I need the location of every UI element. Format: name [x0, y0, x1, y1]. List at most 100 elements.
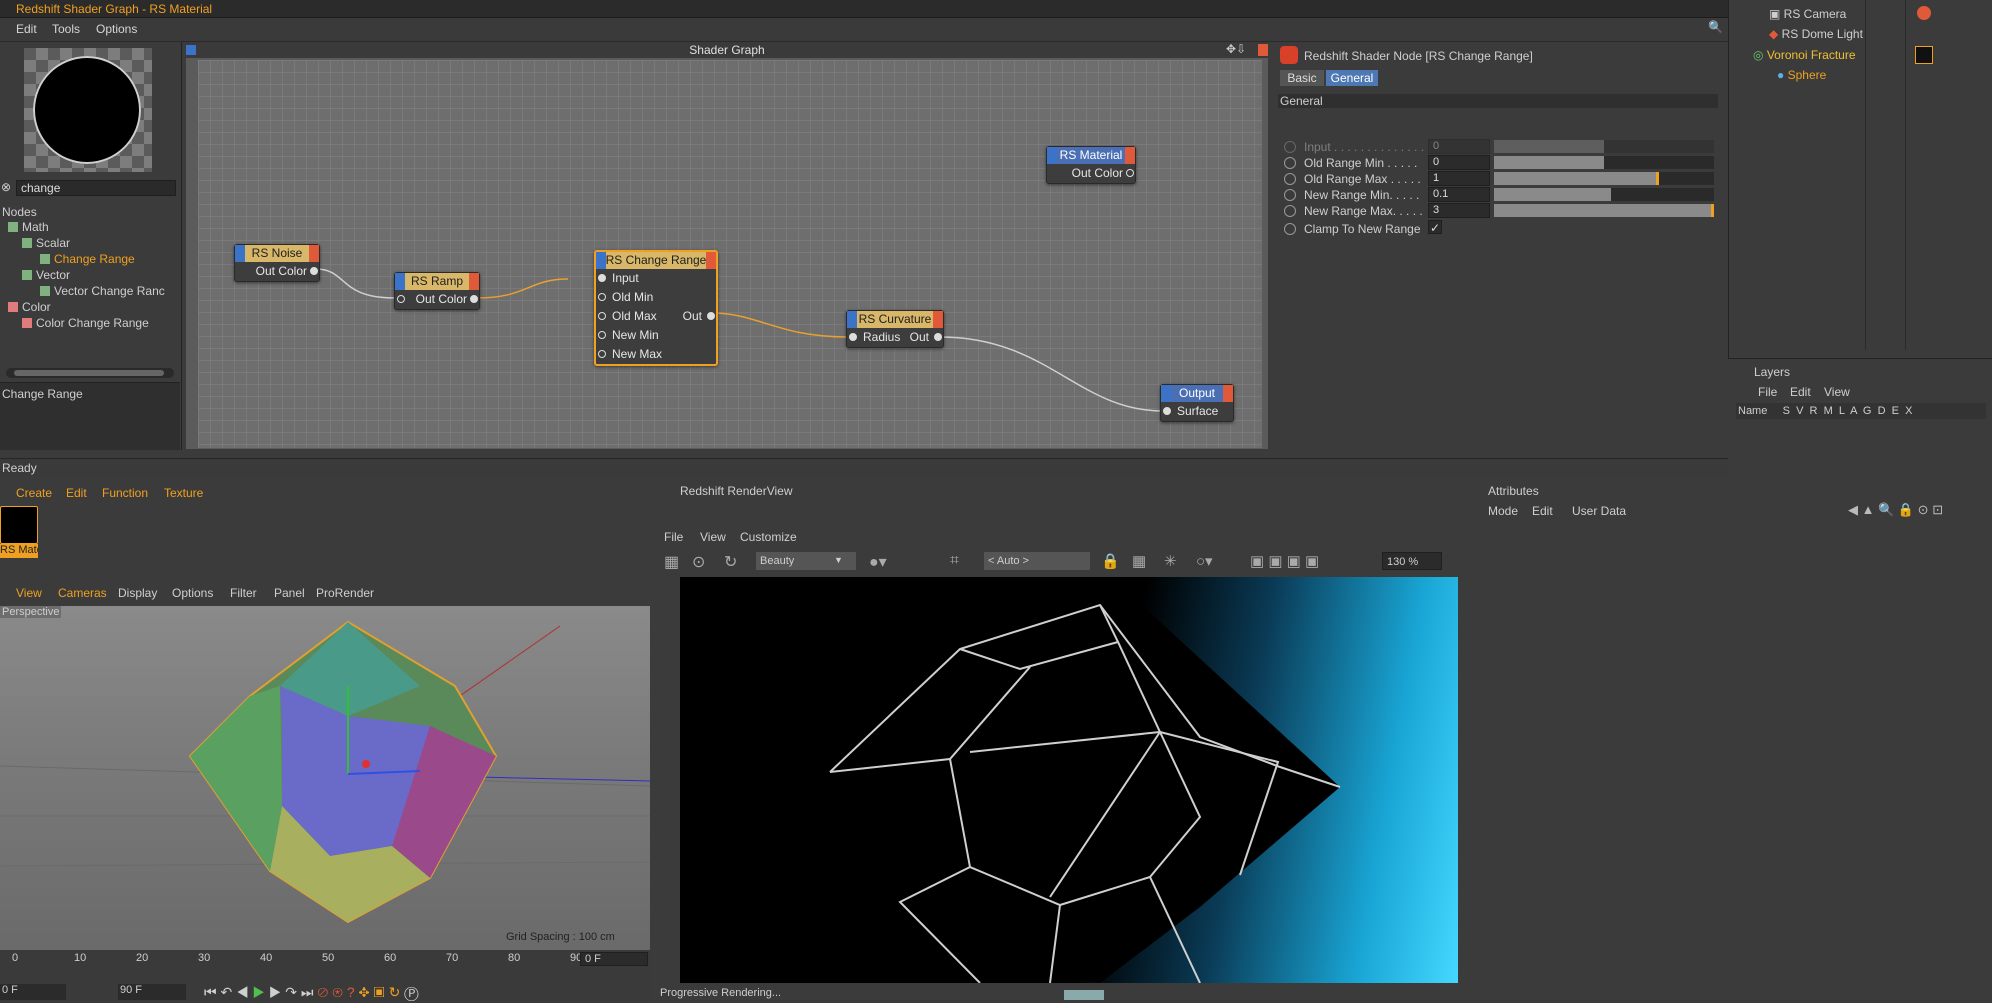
- output-port-icon[interactable]: [470, 295, 478, 303]
- port-out-color[interactable]: Out Color: [395, 290, 479, 309]
- first-frame-icon[interactable]: ⏮: [204, 984, 217, 1000]
- tree-item-vector[interactable]: Vector: [22, 268, 70, 282]
- attr-value-field[interactable]: 0.1: [1428, 187, 1490, 202]
- input-port-icon[interactable]: [849, 333, 857, 341]
- port-surface[interactable]: Surface: [1161, 402, 1233, 421]
- vp-menu-options[interactable]: Options: [172, 586, 213, 600]
- animate-toggle-icon[interactable]: [1284, 173, 1296, 185]
- mat-menu-create[interactable]: Create: [16, 486, 52, 500]
- rv-menu-customize[interactable]: Customize: [740, 530, 797, 544]
- clear-icon[interactable]: ⊗: [1, 180, 11, 194]
- port-new-min[interactable]: New Min: [596, 326, 716, 345]
- animate-toggle-icon[interactable]: [1284, 205, 1296, 217]
- rotate-key-icon[interactable]: ↻: [389, 984, 401, 1000]
- tree-item-color-change-range[interactable]: Color Change Range: [22, 316, 149, 330]
- start-render-icon[interactable]: ⊙: [692, 552, 705, 572]
- channel-icon[interactable]: ●▾: [869, 552, 887, 572]
- render-icon[interactable]: ▦: [664, 552, 679, 572]
- record-icon[interactable]: ⊘: [317, 984, 328, 1000]
- input-port-icon[interactable]: [598, 350, 606, 358]
- mat-menu-edit[interactable]: Edit: [66, 486, 87, 500]
- vp-menu-display[interactable]: Display: [118, 586, 157, 600]
- attr-slider[interactable]: [1494, 156, 1714, 169]
- tree-item-vector-change-range[interactable]: Vector Change Ranc: [40, 284, 165, 298]
- attr-slider[interactable]: [1494, 188, 1714, 201]
- attr-slider[interactable]: [1494, 140, 1714, 153]
- scale-key-icon[interactable]: ▣: [373, 984, 384, 1000]
- attr-slider[interactable]: [1494, 204, 1714, 217]
- tab-basic[interactable]: Basic: [1280, 70, 1324, 86]
- input-port-icon[interactable]: [598, 331, 606, 339]
- lock-icon[interactable]: 🔒: [1101, 552, 1120, 570]
- object-rs-dome-light[interactable]: ◆ RS Dome Light: [1769, 27, 1863, 41]
- output-port-icon[interactable]: [707, 312, 715, 320]
- animate-toggle-icon[interactable]: [1284, 223, 1296, 235]
- clamp-checkbox[interactable]: ✓: [1428, 220, 1442, 235]
- viewport-canvas[interactable]: Perspective Grid Spacing : 100 cm: [0, 606, 650, 950]
- output-port-icon[interactable]: [934, 333, 942, 341]
- shader-graph-canvas[interactable]: RS Noise Out Color RS Ramp Out Color RS …: [198, 60, 1262, 448]
- layers-menu-edit[interactable]: Edit: [1790, 385, 1811, 399]
- next-frame-icon[interactable]: ▶: [269, 984, 282, 1000]
- mat-menu-function[interactable]: Function: [102, 486, 148, 500]
- node-rs-ramp[interactable]: RS Ramp Out Color: [394, 272, 480, 310]
- attr-value-field[interactable]: 0: [1428, 155, 1490, 170]
- prev-frame-icon[interactable]: ◀: [236, 984, 249, 1000]
- refresh-icon[interactable]: ↻: [724, 552, 737, 572]
- prev-key-icon[interactable]: ↶: [221, 984, 233, 1000]
- crop-icon[interactable]: ⌗: [950, 552, 959, 570]
- layers-menu-view[interactable]: View: [1824, 385, 1850, 399]
- attr-menu-mode[interactable]: Mode: [1488, 504, 1518, 518]
- close-icon[interactable]: [1258, 44, 1268, 56]
- object-rs-camera[interactable]: ▣ RS Camera: [1769, 7, 1846, 21]
- node-rs-curvature[interactable]: RS Curvature Radius Out: [846, 310, 944, 348]
- nav-icons[interactable]: ◀ ▲ 🔍 🔒 ⊙ ⊡: [1848, 502, 1943, 518]
- search-icon[interactable]: 🔍: [1708, 20, 1723, 34]
- grid-icon[interactable]: ▦: [1132, 552, 1146, 570]
- snapshot-icons[interactable]: ▣ ▣ ▣ ▣: [1250, 552, 1319, 570]
- port-out-color[interactable]: Out Color: [1047, 164, 1135, 183]
- animate-toggle-icon[interactable]: [1284, 189, 1296, 201]
- tab-general[interactable]: General: [1326, 70, 1378, 86]
- attr-slider[interactable]: [1494, 172, 1714, 185]
- circle-icon[interactable]: ○▾: [1196, 552, 1213, 570]
- node-rs-material[interactable]: RS Material Out Color: [1046, 146, 1136, 184]
- render-image[interactable]: [680, 577, 1458, 983]
- attr-menu-edit[interactable]: Edit: [1532, 504, 1553, 518]
- vp-menu-panel[interactable]: Panel: [274, 586, 305, 600]
- node-output[interactable]: Output Surface: [1160, 384, 1234, 422]
- autokey-icon[interactable]: ⊛: [332, 984, 343, 1000]
- node-rs-noise[interactable]: RS Noise Out Color: [234, 244, 320, 282]
- animate-toggle-icon[interactable]: [1284, 157, 1296, 169]
- menu-tools[interactable]: Tools: [52, 22, 80, 36]
- input-port-icon[interactable]: [598, 312, 606, 320]
- attr-menu-user-data[interactable]: User Data: [1572, 504, 1626, 518]
- freeze-icon[interactable]: ✳: [1164, 552, 1177, 570]
- port-new-max[interactable]: New Max: [596, 345, 716, 364]
- node-search-input[interactable]: [16, 180, 176, 196]
- animate-toggle-icon[interactable]: [1284, 141, 1296, 153]
- material-swatch[interactable]: RS Mate: [0, 506, 38, 558]
- keyframe-help-icon[interactable]: ?: [347, 984, 355, 1000]
- next-key-icon[interactable]: ↷: [285, 984, 297, 1000]
- vp-menu-view[interactable]: View: [16, 586, 42, 600]
- output-port-icon[interactable]: [1126, 169, 1134, 177]
- attr-value-field[interactable]: 1: [1428, 171, 1490, 186]
- vp-menu-prorender[interactable]: ProRender: [316, 586, 374, 600]
- scrollbar-thumb[interactable]: [14, 370, 164, 376]
- vp-menu-cameras[interactable]: Cameras: [58, 586, 107, 600]
- layers-menu-file[interactable]: File: [1758, 385, 1777, 399]
- zoom-field[interactable]: 130 %: [1382, 552, 1442, 570]
- rv-menu-file[interactable]: File: [664, 530, 683, 544]
- node-rs-change-range[interactable]: RS Change Range Input Old Min Old Max Out…: [594, 250, 718, 366]
- tree-item-math[interactable]: Math: [8, 220, 49, 234]
- input-port-icon[interactable]: [598, 293, 606, 301]
- tree-item-color[interactable]: Color: [8, 300, 51, 314]
- input-port-icon[interactable]: [1163, 407, 1171, 415]
- port-input[interactable]: Input: [596, 269, 716, 288]
- start-frame-field[interactable]: 0 F: [0, 984, 66, 1000]
- menu-edit[interactable]: Edit: [16, 22, 37, 36]
- port-old-max[interactable]: Old Max Out: [596, 307, 716, 326]
- tree-item-change-range[interactable]: Change Range: [40, 252, 135, 266]
- mat-menu-texture[interactable]: Texture: [164, 486, 203, 500]
